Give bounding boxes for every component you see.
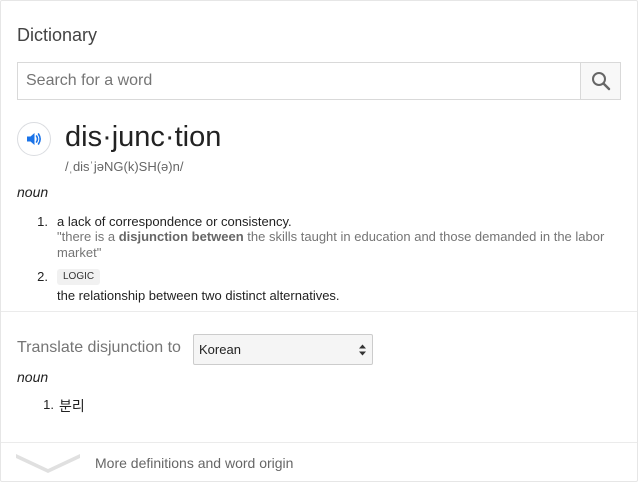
definition-text: the relationship between two distinct al… [57,288,340,303]
language-select-value: Korean [199,342,241,357]
divider [1,442,637,443]
example-bold-text: disjunction between [118,229,244,244]
search-button[interactable] [580,63,620,99]
select-arrows-icon [359,344,366,356]
language-select[interactable]: Korean [193,334,373,365]
translate-label: Translate disjunction to [17,339,181,356]
definition-number: 2. [37,269,48,284]
chevron-down-icon[interactable] [15,449,81,475]
example-text: "there is a [57,229,119,244]
more-definitions-link[interactable]: More definitions and word origin [95,455,293,471]
definition-number: 1. [37,214,48,229]
translation-text: 분리 [59,398,85,414]
translation-number: 1. [43,397,54,412]
translation-part-of-speech: noun [17,369,49,385]
search-input[interactable] [18,63,580,99]
headword: dis·junc·tion [65,121,222,153]
pronunciation-audio-button[interactable] [17,122,51,156]
search-icon [591,72,610,91]
dictionary-title: Dictionary [17,25,98,45]
subject-label-badge: LOGIC [57,269,101,285]
pronunciation: /ˌdisˈjəNG(k)SH(ə)n/ [65,159,184,174]
speaker-icon [27,133,41,145]
definition-text: a lack of correspondence or consistency. [57,214,292,229]
dictionary-card: Dictionary dis·junc·tion /ˌdisˈjəNG(k)SH… [0,0,638,482]
definition-example: "there is a disjunction between the skil… [57,229,617,261]
search-bar [17,62,621,100]
part-of-speech: noun [17,184,49,200]
divider [1,311,637,312]
